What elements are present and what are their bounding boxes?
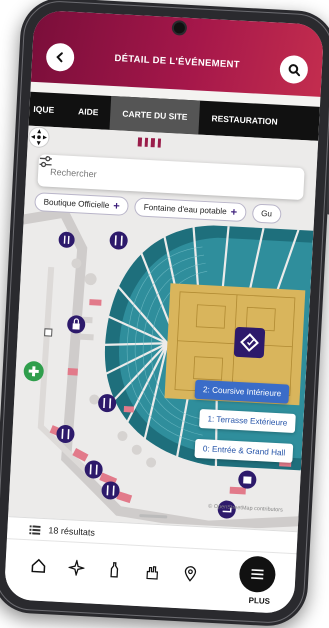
phone-frame: DÉTAIL DE L'ÉVÉNEMENT IQUE AIDE CARTE DU… (0, 0, 329, 628)
stage-marker (233, 326, 266, 359)
chip-label: Boutique Officielle (43, 197, 110, 210)
menu-icon (251, 569, 264, 580)
search-icon (288, 63, 300, 76)
venue-map[interactable]: Boutique Officielle + Fontaine d'eau pot… (7, 125, 319, 535)
shop-poi (238, 470, 257, 489)
tab-carte-du-site[interactable]: CARTE DU SITE (109, 95, 201, 135)
restaurant-poi (109, 231, 128, 250)
recenter-icon[interactable] (27, 126, 50, 149)
search-button[interactable] (279, 54, 309, 85)
nav-experience[interactable] (65, 556, 88, 579)
chip-label: Fontaine d'eau potable (143, 202, 227, 217)
nav-location[interactable] (179, 562, 202, 585)
filter-icon[interactable] (38, 154, 53, 169)
chip-label: Gu (260, 208, 273, 219)
info-marker (44, 328, 53, 337)
map-search-input[interactable] (47, 161, 233, 192)
page-title: DÉTAIL DE L'ÉVÉNEMENT (114, 53, 240, 71)
plus-icon: + (230, 205, 238, 219)
home-icon (31, 558, 46, 573)
more-label: PLUS (248, 595, 271, 606)
results-count: 18 résultats (48, 525, 96, 538)
nav-home[interactable] (27, 554, 50, 577)
app-screen: DÉTAIL DE L'ÉVÉNEMENT IQUE AIDE CARTE DU… (3, 9, 325, 615)
location-pin-icon (184, 566, 197, 582)
bottle-icon (110, 562, 119, 578)
hand-icon (146, 566, 159, 580)
tab-aide[interactable]: AIDE (65, 94, 111, 130)
chevron-left-icon (56, 52, 63, 63)
more-button[interactable] (238, 555, 277, 594)
tab-boutique[interactable]: IQUE (29, 92, 68, 128)
nav-services[interactable] (141, 560, 164, 583)
list-icon (29, 524, 41, 535)
chip-guichet[interactable]: Gu (251, 203, 282, 224)
map-top-strip (137, 137, 162, 148)
plus-icon: + (113, 199, 121, 213)
tab-restauration[interactable]: RESTAURATION (199, 101, 291, 140)
sparkle-icon (68, 559, 85, 577)
back-button[interactable] (45, 42, 75, 72)
nav-drinks[interactable] (103, 558, 126, 581)
